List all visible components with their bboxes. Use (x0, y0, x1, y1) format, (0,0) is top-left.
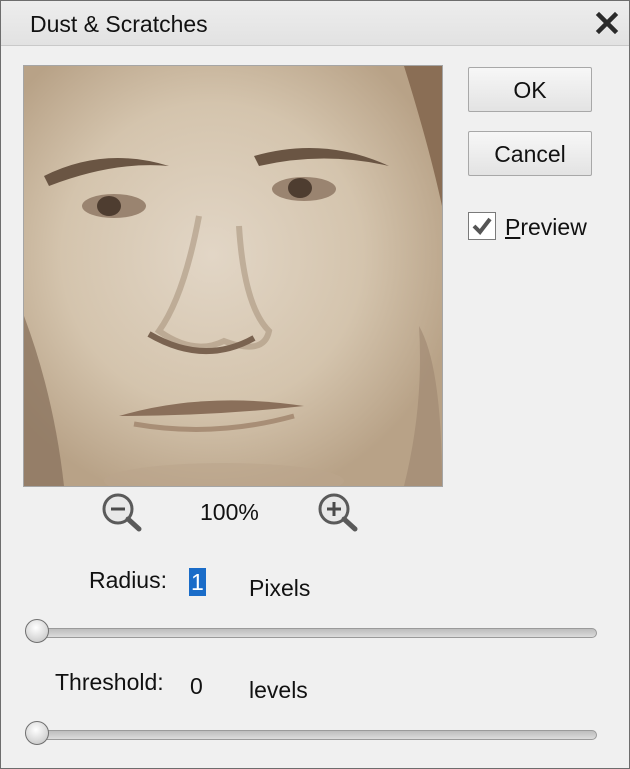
preview-label: Preview (505, 214, 587, 240)
filter-preview-image[interactable] (23, 65, 443, 487)
preview-checkbox[interactable] (468, 212, 496, 240)
threshold-input[interactable]: 0 (190, 673, 203, 700)
checkmark-icon (472, 217, 492, 236)
radius-label: Radius: (89, 567, 167, 593)
title-bar[interactable]: Dust & Scratches (1, 1, 629, 46)
radius-slider[interactable] (25, 619, 599, 643)
radius-input[interactable]: 1 (189, 568, 206, 596)
dust-and-scratches-dialog: Dust & Scratches OK Cancel Preview 100% … (0, 0, 630, 769)
threshold-slider-thumb[interactable] (25, 721, 49, 745)
radius-slider-thumb[interactable] (25, 619, 49, 643)
zoom-level: 100% (200, 499, 259, 525)
radius-slider-track[interactable] (37, 628, 597, 638)
threshold-unit: levels (249, 677, 308, 703)
threshold-label: Threshold: (55, 669, 164, 695)
close-icon[interactable] (591, 7, 623, 39)
radius-unit: Pixels (249, 575, 311, 601)
zoom-out-icon[interactable] (99, 491, 145, 533)
ok-button[interactable]: OK (468, 67, 592, 112)
dialog-title: Dust & Scratches (30, 11, 208, 37)
cancel-button[interactable]: Cancel (468, 131, 592, 176)
zoom-in-icon[interactable] (315, 491, 361, 533)
threshold-slider[interactable] (25, 721, 599, 745)
threshold-slider-track[interactable] (37, 730, 597, 740)
